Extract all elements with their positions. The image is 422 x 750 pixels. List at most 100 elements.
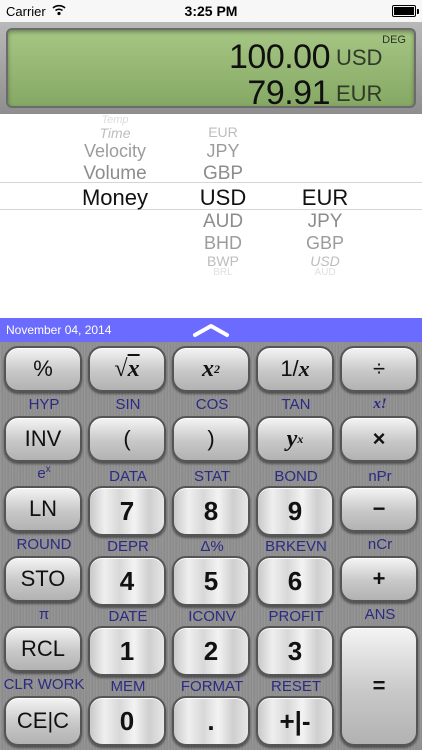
rcl-button[interactable]: RCL: [4, 626, 82, 672]
display-value-primary: 100.00: [229, 38, 331, 76]
open-paren-button[interactable]: (: [88, 416, 166, 462]
rcl-button-label: RCL: [20, 636, 65, 661]
square-button-exponent: 2: [214, 361, 220, 376]
digit-3-button[interactable]: 3: [256, 626, 334, 676]
hyp-label: HYP: [28, 396, 60, 413]
digit-0-label: 0: [119, 705, 135, 736]
clr-work-label: CLR WORK: [3, 676, 85, 693]
digit-7-label: 7: [119, 495, 135, 526]
lcd-display: DEG 100.00 USD 79.91 EUR: [6, 28, 416, 112]
bond-label: BOND: [274, 468, 318, 485]
format-label: FORMAT: [180, 678, 244, 695]
reciprocal-button-prefix: 1/: [280, 356, 299, 381]
npr-label: nPr: [368, 468, 392, 485]
factorial-label: x!: [373, 396, 387, 412]
picker-from-item[interactable]: BRL: [178, 267, 268, 278]
picker-to-item[interactable]: AUD: [280, 267, 370, 278]
decimal-button[interactable]: .: [172, 696, 250, 746]
power-button-base: y: [286, 425, 298, 452]
equals-button[interactable]: =: [340, 626, 418, 746]
ans-label: ANS: [364, 606, 396, 623]
divide-button-label: ÷: [372, 356, 386, 381]
picker-from-item[interactable]: GBP: [178, 163, 268, 185]
close-paren-button-label: ): [207, 426, 215, 451]
square-root-button[interactable]: √ x: [88, 346, 166, 392]
picker-to-item[interactable]: GBP: [280, 233, 370, 254]
power-button[interactable]: yx: [256, 416, 334, 462]
subtract-button[interactable]: −: [340, 486, 418, 532]
delta-percent-label: Δ%: [200, 538, 224, 555]
subtract-button-label: −: [372, 496, 386, 521]
sto-button[interactable]: STO: [4, 556, 82, 602]
status-time: 3:25 PM: [184, 3, 238, 19]
multiply-button[interactable]: ×: [340, 416, 418, 462]
picker-from-item[interactable]: JPY: [178, 141, 268, 162]
clear-entry-button[interactable]: CE|C: [4, 696, 82, 746]
digit-8-label: 8: [203, 495, 219, 526]
profit-label: PROFIT: [268, 608, 324, 625]
display-currency-secondary: EUR: [336, 81, 383, 106]
power-button-exponent: x: [297, 431, 304, 446]
battery-icon: [392, 5, 419, 17]
picker-from-item[interactable]: AUD: [178, 211, 268, 233]
data-label: DATA: [109, 468, 147, 485]
mem-label: MEM: [110, 678, 146, 695]
digit-2-label: 2: [203, 635, 219, 666]
square-root-button-label: x: [127, 355, 140, 382]
picker-category-item[interactable]: Velocity: [60, 141, 170, 162]
digit-1-button[interactable]: 1: [88, 626, 166, 676]
digit-5-button[interactable]: 5: [172, 556, 250, 606]
reciprocal-button[interactable]: 1/x: [256, 346, 334, 392]
exp-label: ex: [2, 464, 86, 482]
tan-label: TAN: [281, 396, 311, 413]
sin-label: SIN: [115, 396, 141, 413]
unit-picker[interactable]: Temp Time Velocity Volume Money EUR JPY …: [0, 114, 422, 318]
ln-button[interactable]: LN: [4, 486, 82, 532]
sign-toggle-button[interactable]: +|-: [256, 696, 334, 746]
digit-9-button[interactable]: 9: [256, 486, 334, 536]
square-button[interactable]: x2: [172, 346, 250, 392]
picker-category-item[interactable]: Time: [60, 125, 170, 141]
depr-label: DEPR: [107, 538, 149, 555]
stat-label: STAT: [193, 468, 231, 485]
percent-button[interactable]: %: [4, 346, 82, 392]
digit-6-button[interactable]: 6: [256, 556, 334, 606]
ncr-label: nCr: [367, 536, 393, 553]
digit-4-button[interactable]: 4: [88, 556, 166, 606]
exp-label-exponent: x: [45, 464, 51, 475]
angle-mode: DEG: [382, 34, 406, 46]
digit-3-label: 3: [287, 635, 303, 666]
percent-button-label: %: [33, 356, 53, 381]
keypad: % √ x x2 1/x ÷ HYP SIN COS TAN x! INV ( )…: [0, 342, 422, 750]
digit-7-button[interactable]: 7: [88, 486, 166, 536]
add-button-label: +: [372, 566, 386, 591]
inv-button[interactable]: INV: [4, 416, 82, 462]
decimal-label: .: [207, 705, 215, 736]
divide-button[interactable]: ÷: [340, 346, 418, 392]
open-paren-button-label: (: [123, 426, 131, 451]
cos-label: COS: [195, 396, 229, 413]
close-paren-button[interactable]: ): [172, 416, 250, 462]
digit-1-label: 1: [119, 635, 135, 666]
digit-0-button[interactable]: 0: [88, 696, 166, 746]
add-button[interactable]: +: [340, 556, 418, 602]
picker-from-selected[interactable]: USD: [178, 185, 268, 211]
picker-to-selected[interactable]: EUR: [280, 185, 370, 211]
brkevn-label: BRKEVN: [265, 538, 327, 555]
reciprocal-button-var: x: [298, 356, 310, 381]
multiply-button-label: ×: [372, 426, 386, 451]
digit-2-button[interactable]: 2: [172, 626, 250, 676]
sign-toggle-label: +|-: [279, 705, 311, 736]
date-label: DATE: [108, 608, 148, 625]
picker-from-item[interactable]: BHD: [178, 233, 268, 254]
reset-label: RESET: [270, 678, 321, 695]
status-bar: Carrier 3:25 PM: [0, 0, 422, 22]
picker-category-item[interactable]: Volume: [60, 163, 170, 185]
chevron-up-icon[interactable]: [191, 322, 231, 338]
picker-from-item[interactable]: EUR: [178, 124, 268, 140]
exp-label-base: e: [37, 465, 46, 482]
picker-category-selected[interactable]: Money: [60, 185, 170, 211]
picker-to-item[interactable]: JPY: [280, 211, 370, 233]
digit-8-button[interactable]: 8: [172, 486, 250, 536]
display-value-secondary: 79.91: [247, 74, 330, 112]
